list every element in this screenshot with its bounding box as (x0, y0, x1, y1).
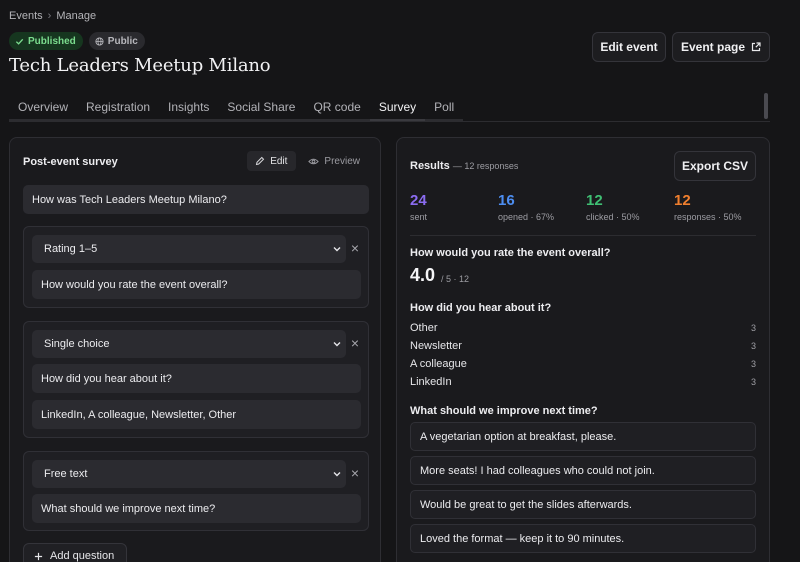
question-type-select[interactable]: Free text (32, 460, 346, 488)
tab-qr-code[interactable]: QR code (304, 95, 370, 121)
globe-icon (95, 36, 104, 46)
stat-sent: 24 sent (410, 192, 427, 222)
choice-count: 3 (750, 323, 756, 333)
plus-icon (34, 552, 43, 560)
text-answer: Would be great to get the slides afterwa… (410, 490, 756, 519)
public-badge-label: Public (107, 35, 138, 47)
stat-responses: 12 responses · 50% (674, 192, 742, 222)
stat-label: sent (410, 212, 428, 222)
stat-label: clicked · 50% (586, 212, 640, 222)
tab-poll[interactable]: Poll (425, 95, 464, 121)
question-card: Rating 1–5 × How would you rate the even… (23, 226, 369, 308)
choice-label: Newsletter (410, 340, 462, 352)
choice-label: A colleague (410, 358, 467, 370)
breadcrumb-separator: › (47, 10, 52, 22)
question-type-value: Free text (44, 468, 88, 480)
external-link-icon (751, 42, 761, 52)
question-card: Free text × What should we improve next … (23, 451, 369, 531)
add-question-button[interactable]: Add question (23, 543, 128, 562)
question-options-input[interactable]: LinkedIn, A colleague, Newsletter, Other (32, 400, 361, 429)
preview-mode-label: Preview (324, 155, 360, 167)
stat-value: 12 (586, 192, 603, 209)
breadcrumb-manage[interactable]: Manage (56, 10, 96, 22)
published-badge: Published (9, 32, 83, 50)
edit-event-button[interactable]: Edit event (592, 32, 666, 62)
add-question-label: Add question (50, 550, 115, 562)
rating-scale: / 5 · 12 (441, 274, 470, 284)
pencil-icon (256, 156, 265, 166)
eye-icon (308, 158, 320, 164)
breadcrumb-events[interactable]: Events (9, 10, 43, 22)
question-prompt-input[interactable]: How did you hear about it? (32, 364, 361, 393)
results-header: Results — 12 responses (410, 160, 518, 172)
rating-average: 4.0 (410, 265, 436, 285)
close-icon[interactable]: × (348, 241, 362, 255)
text-answer: A vegetarian option at breakfast, please… (410, 422, 756, 451)
edit-mode-button[interactable]: Edit (247, 151, 297, 171)
chevron-down-icon (333, 247, 341, 252)
tabs-scrollbar[interactable] (764, 93, 768, 119)
chevron-down-icon (333, 342, 341, 347)
tab-survey[interactable]: Survey (369, 95, 426, 121)
choice-question-heading: How did you hear about it? (410, 302, 552, 314)
choice-row: A colleague 3 (410, 357, 756, 371)
check-icon (15, 38, 24, 45)
mode-toggle: Edit Preview (247, 151, 369, 171)
results-subtitle: — 12 responses (452, 161, 519, 171)
stat-value: 16 (498, 192, 515, 209)
stat-value: 24 (410, 192, 427, 209)
question-type-select[interactable]: Rating 1–5 (32, 235, 346, 263)
choice-row: Other 3 (410, 321, 756, 335)
stat-label: opened · 67% (498, 212, 555, 222)
export-csv-button[interactable]: Export CSV (674, 151, 756, 181)
close-icon[interactable]: × (348, 336, 362, 350)
results-panel: Results — 12 responses Export CSV 24 sen… (396, 137, 770, 562)
stat-label: responses · 50% (674, 212, 742, 222)
status-badges: Published Public (9, 32, 145, 50)
choice-row: Newsletter 3 (410, 339, 756, 353)
text-question-heading: What should we improve next time? (410, 405, 598, 417)
stat-clicked: 12 clicked · 50% (586, 192, 640, 222)
survey-title: Post-event survey (23, 156, 118, 168)
results-title: Results (410, 160, 450, 172)
choice-count: 3 (750, 341, 756, 351)
stat-opened: 16 opened · 67% (498, 192, 554, 222)
choice-label: Other (410, 322, 438, 334)
survey-name-input[interactable]: How was Tech Leaders Meetup Milano? (23, 185, 369, 214)
close-icon[interactable]: × (348, 466, 362, 480)
edit-mode-label: Edit (270, 155, 288, 167)
event-page-label: Event page (680, 40, 746, 54)
breadcrumb: Events › Manage (9, 10, 96, 22)
divider (410, 235, 756, 236)
tab-registration[interactable]: Registration (77, 95, 160, 121)
tab-overview[interactable]: Overview (9, 95, 78, 121)
stat-value: 12 (674, 192, 691, 209)
chevron-down-icon (333, 472, 341, 477)
question-prompt-input[interactable]: What should we improve next time? (32, 494, 361, 523)
question-card: Single choice × How did you hear about i… (23, 321, 369, 438)
question-prompt-input[interactable]: How would you rate the event overall? (32, 270, 361, 299)
text-answer: More seats! I had colleagues who could n… (410, 456, 756, 485)
question-type-value: Single choice (44, 338, 110, 350)
published-badge-label: Published (28, 35, 76, 47)
question-type-value: Rating 1–5 (44, 243, 98, 255)
survey-editor-panel: Post-event survey Edit Preview How was T… (9, 137, 381, 562)
tab-bar: Overview Registration Insights Social Sh… (9, 95, 770, 122)
choice-count: 3 (750, 377, 756, 387)
rating-question-heading: How would you rate the event overall? (410, 247, 611, 259)
question-type-select[interactable]: Single choice (32, 330, 346, 358)
page-title: Tech Leaders Meetup Milano (9, 55, 271, 76)
text-answer: Loved the format — keep it to 90 minutes… (410, 524, 756, 553)
choice-label: LinkedIn (410, 376, 452, 388)
choice-row: LinkedIn 3 (410, 375, 756, 389)
tab-insights[interactable]: Insights (159, 95, 219, 121)
event-page-button[interactable]: Event page (672, 32, 770, 62)
preview-mode-button[interactable]: Preview (300, 151, 369, 171)
public-badge: Public (88, 32, 145, 50)
tab-social-share[interactable]: Social Share (218, 95, 305, 121)
choice-count: 3 (750, 359, 756, 369)
edit-event-label: Edit event (600, 40, 658, 54)
